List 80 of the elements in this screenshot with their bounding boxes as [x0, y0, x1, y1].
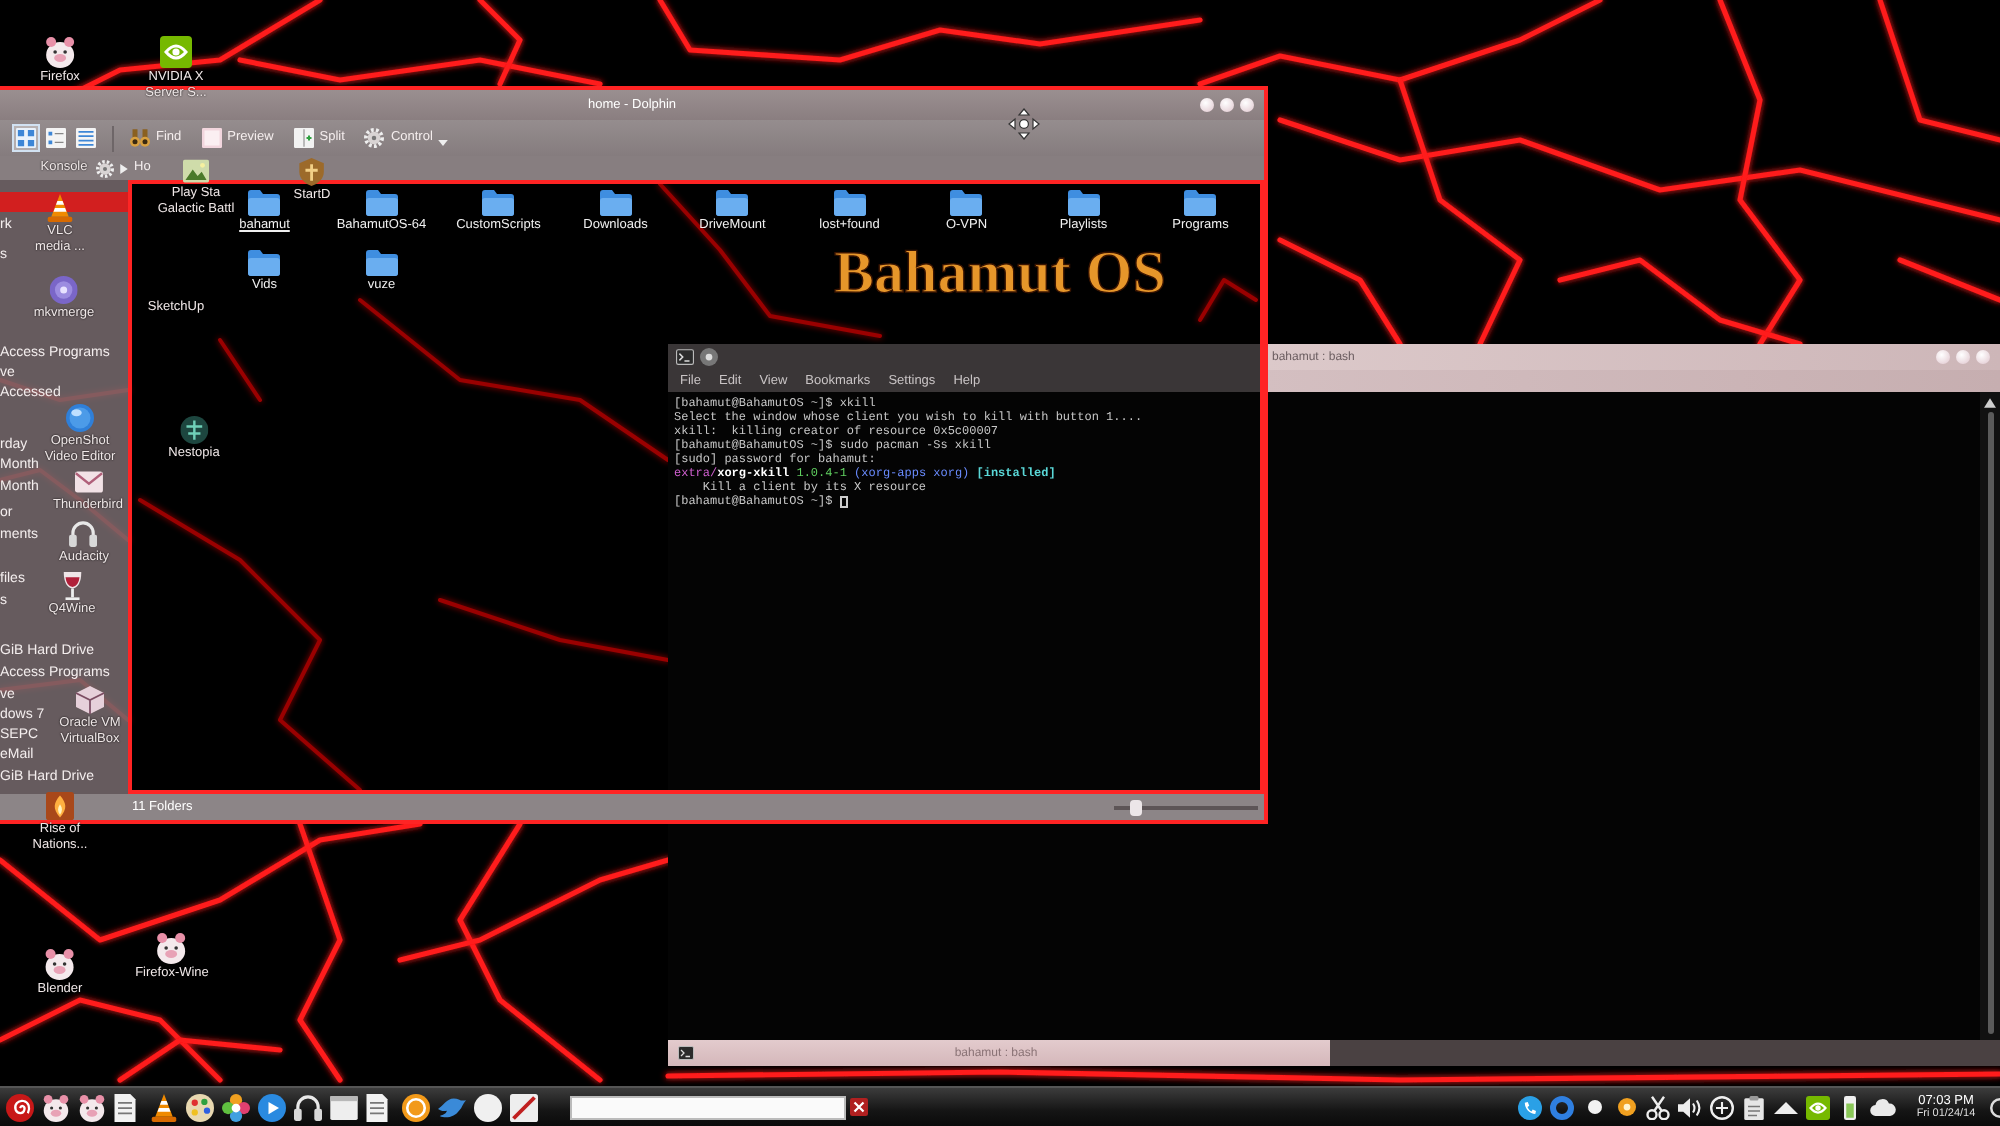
caret-icon	[438, 140, 449, 146]
flame-icon	[46, 792, 74, 820]
folder-icon	[833, 190, 866, 216]
frame-icon	[201, 128, 222, 148]
slash-icon[interactable]	[510, 1093, 538, 1121]
maximize-button[interactable]	[1220, 98, 1235, 112]
play-icon[interactable]	[258, 1093, 286, 1121]
shield-icon	[298, 158, 326, 186]
panes-icon	[293, 128, 314, 148]
folder-icon	[1067, 190, 1100, 216]
emblem-icon	[180, 416, 208, 444]
binoculars-icon	[130, 128, 150, 148]
circle-icon[interactable]	[474, 1093, 502, 1121]
sphere-icon	[66, 404, 94, 432]
plus-icon[interactable]	[1710, 1095, 1734, 1119]
window-icon[interactable]	[330, 1095, 358, 1119]
phone-icon[interactable]	[1518, 1095, 1542, 1119]
folder-icon	[716, 190, 749, 216]
speaker-icon[interactable]	[1678, 1095, 1702, 1119]
pig-icon[interactable]	[78, 1093, 106, 1121]
headphones-icon[interactable]	[294, 1093, 322, 1121]
eye-icon	[160, 36, 192, 68]
folder-icon	[599, 190, 632, 216]
folder-icon	[950, 190, 983, 216]
headphones-icon	[70, 520, 98, 548]
bird-icon[interactable]	[438, 1097, 466, 1117]
folder-icon	[248, 190, 281, 216]
places-item[interactable]	[0, 192, 128, 212]
scrollbar[interactable]	[1980, 392, 2000, 1040]
folder-icon	[365, 190, 398, 216]
folder-icon	[248, 250, 281, 276]
clear-icon[interactable]	[850, 1098, 868, 1116]
view-mode-button[interactable]	[12, 124, 40, 152]
traffic-cone-icon[interactable]	[150, 1093, 178, 1121]
view-mode-button[interactable]	[72, 124, 100, 152]
picture-icon	[183, 158, 209, 184]
folder-icon	[365, 250, 398, 276]
wine-glass-icon	[58, 572, 86, 600]
traffic-cone-icon	[46, 194, 74, 222]
scroll-up-icon[interactable]	[1984, 398, 1996, 408]
palette-icon[interactable]	[186, 1093, 214, 1121]
gear-icon[interactable]	[96, 159, 114, 177]
flower-icon[interactable]	[222, 1093, 250, 1121]
circle-icon[interactable]	[700, 348, 718, 366]
zoom-slider[interactable]	[1114, 799, 1258, 815]
eye-icon[interactable]	[1806, 1095, 1830, 1119]
pig-icon[interactable]	[42, 1093, 70, 1121]
scrollbar-thumb[interactable]	[1987, 412, 1993, 1034]
dot-icon[interactable]	[1588, 1100, 1602, 1114]
disc-icon	[50, 276, 78, 304]
gear-icon	[364, 128, 385, 148]
cloud-icon[interactable]	[1870, 1098, 1896, 1116]
wallpaper-logo: Bahamut OS	[834, 244, 1166, 304]
document-icon[interactable]	[366, 1093, 388, 1121]
close-button[interactable]	[1240, 98, 1255, 112]
move-cursor-icon	[1008, 108, 1040, 140]
battery-icon[interactable]	[1844, 1095, 1856, 1119]
list-icon	[76, 128, 96, 148]
terminal-icon[interactable]	[676, 348, 694, 366]
spiral-icon[interactable]	[6, 1093, 34, 1121]
scissors-icon[interactable]	[1646, 1095, 1670, 1119]
slider-handle[interactable]	[1129, 799, 1142, 815]
pig-icon	[44, 36, 76, 68]
terminal-icon	[678, 1046, 694, 1060]
document-icon[interactable]	[114, 1093, 136, 1121]
pig-icon	[44, 948, 76, 980]
view-mode-button[interactable]	[42, 124, 70, 152]
clipboard-icon[interactable]	[1744, 1095, 1764, 1119]
folder-icon	[482, 190, 515, 216]
pig-icon	[156, 932, 188, 964]
columns-icon	[46, 128, 66, 148]
coin-icon[interactable]	[402, 1093, 430, 1121]
grid-icon	[16, 128, 36, 148]
breadcrumb-arrow-icon	[120, 163, 128, 173]
target-icon[interactable]	[1618, 1098, 1636, 1116]
minimize-button[interactable]	[1200, 98, 1215, 112]
expand-arrow-icon[interactable]	[1774, 1101, 1798, 1113]
cube-icon	[76, 686, 104, 714]
folder-icon	[1184, 190, 1217, 216]
text-field[interactable]	[570, 1095, 846, 1119]
